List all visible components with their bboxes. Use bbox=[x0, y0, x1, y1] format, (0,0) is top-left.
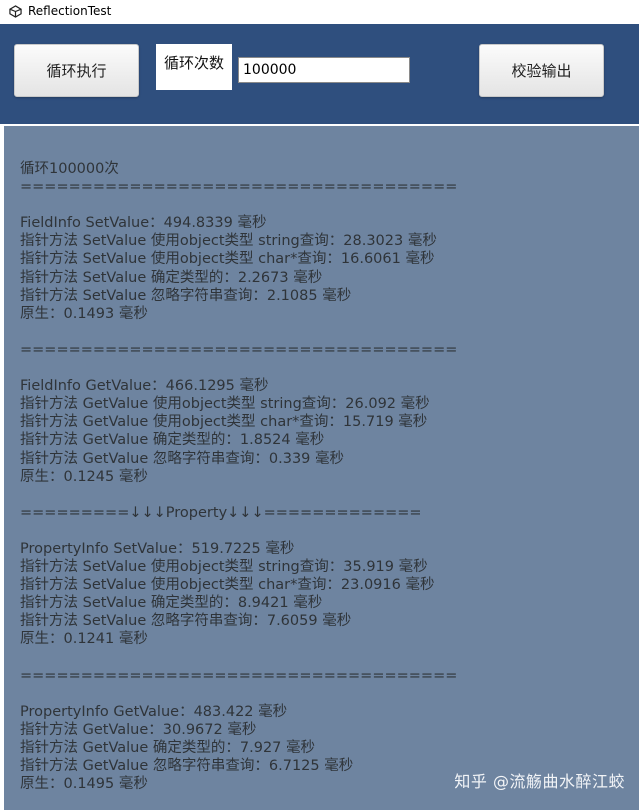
output-line: 指针方法 GetValue 确定类型的：7.927 毫秒 bbox=[20, 740, 315, 756]
output-line: 原生：0.1241 毫秒 bbox=[20, 631, 148, 648]
output-line: 指针方法 GetValue 使用object类型 string查询：26.092… bbox=[20, 396, 430, 413]
output-line: ==================================== bbox=[20, 667, 458, 684]
watermark: 知乎 @流觞曲水醉江蛟 bbox=[454, 772, 625, 791]
output-panel: 循环100000次 ===============================… bbox=[4, 126, 639, 810]
output-line: 指针方法 GetValue 忽略字符串查询：0.339 毫秒 bbox=[20, 450, 344, 467]
window-title: ReflectionTest bbox=[28, 4, 112, 18]
output-line: 指针方法 SetValue 使用object类型 char*查询：16.6061… bbox=[20, 251, 435, 268]
app-window: ReflectionTest 循环执行 循环次数 校验输出 循环100000次 =… bbox=[0, 0, 639, 810]
output-line: PropertyInfo SetValue：519.7225 毫秒 bbox=[20, 540, 295, 557]
loop-count-input[interactable] bbox=[238, 57, 410, 83]
output-line: 循环100000次 bbox=[20, 161, 119, 177]
unity-logo-icon bbox=[8, 4, 22, 18]
output-line: ==================================== bbox=[20, 179, 458, 196]
control-bar: 循环执行 循环次数 校验输出 bbox=[0, 24, 639, 124]
output-line: 指针方法 GetValue 确定类型的：1.8524 毫秒 bbox=[20, 432, 325, 449]
output-line: 指针方法 SetValue 忽略字符串查询：7.6059 毫秒 bbox=[20, 613, 352, 630]
output-line: =========↓↓↓Property↓↓↓============= bbox=[20, 504, 422, 521]
output-line: 指针方法 SetValue 确定类型的：2.2673 毫秒 bbox=[20, 269, 323, 286]
output-line: 指针方法 SetValue 使用object类型 string查询：35.919… bbox=[20, 559, 428, 576]
output-line: 指针方法 SetValue 使用object类型 string查询：28.302… bbox=[20, 233, 437, 250]
output-line: FieldInfo SetValue：494.8339 毫秒 bbox=[20, 215, 267, 232]
run-loop-button[interactable]: 循环执行 bbox=[14, 44, 139, 97]
output-line: 原生：0.1245 毫秒 bbox=[20, 468, 148, 485]
output-line: 原生：0.1493 毫秒 bbox=[20, 305, 148, 322]
title-bar: ReflectionTest bbox=[0, 0, 639, 22]
output-line: PropertyInfo GetValue：483.422 毫秒 bbox=[20, 703, 288, 720]
output-line: 指针方法 SetValue 使用object类型 char*查询：23.0916… bbox=[20, 577, 435, 594]
output-line: ==================================== bbox=[20, 341, 458, 358]
output-line: 指针方法 GetValue：30.9672 毫秒 bbox=[20, 721, 257, 738]
output-line: FieldInfo GetValue：466.1295 毫秒 bbox=[20, 378, 269, 395]
output-line: 指针方法 SetValue 确定类型的：8.9421 毫秒 bbox=[20, 595, 323, 612]
loop-count-label: 循环次数 bbox=[156, 44, 232, 90]
verify-output-button[interactable]: 校验输出 bbox=[479, 44, 604, 97]
output-line: 指针方法 SetValue 忽略字符串查询：2.1085 毫秒 bbox=[20, 287, 352, 304]
output-line: 指针方法 GetValue 使用object类型 char*查询：15.719 … bbox=[20, 414, 428, 431]
